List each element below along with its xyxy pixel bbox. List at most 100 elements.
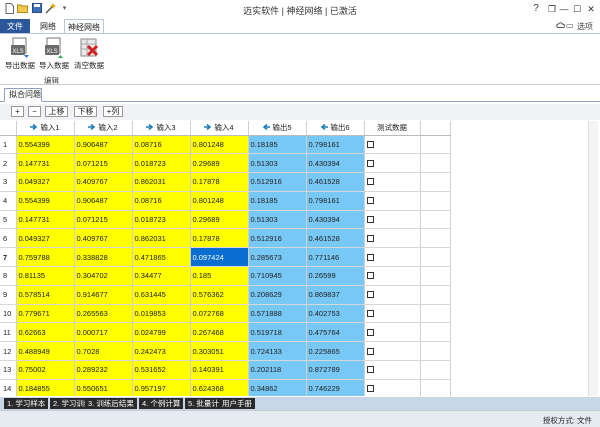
grid-cell[interactable]: 0.475764 (306, 322, 365, 343)
row-number[interactable]: 7 (0, 247, 17, 268)
table-row[interactable]: 8 0.81135 0.304702 0.34477 0.185 0.710945 0.26… (0, 266, 451, 286)
grid-cell[interactable]: 0.798161 (306, 191, 365, 211)
table-row[interactable]: 14 0.184855 0.550651 0.957197 0.624368 0.3486… (0, 379, 451, 396)
table-row[interactable]: 4 0.554399 0.906487 0.08716 0.801248 0.18185 0… (0, 191, 451, 211)
grid-cell[interactable]: 0.184855 (16, 379, 75, 396)
test-data-checkbox[interactable] (366, 178, 374, 186)
import-data-button[interactable]: XLS 导入数据 (37, 36, 71, 72)
bottom-tab-6[interactable]: 用户手册 (219, 398, 255, 409)
grid-cell[interactable]: 0.471865 (132, 247, 191, 268)
test-data-checkbox[interactable] (366, 385, 374, 393)
grid-cell[interactable]: 0.024799 (132, 322, 191, 343)
grid-cell[interactable]: 0.147731 (16, 153, 75, 174)
grid-cell[interactable]: 0.18185 (248, 191, 307, 211)
grid-cell[interactable]: 0.531652 (132, 360, 191, 380)
grid-cell[interactable]: 0.303051 (190, 341, 249, 362)
grid-cell[interactable]: 0.225865 (306, 341, 365, 362)
grid-cell[interactable]: 0.018723 (132, 210, 191, 230)
table-row[interactable]: 13 0.75002 0.289232 0.531652 0.140391 0.20211… (0, 360, 451, 380)
table-row[interactable]: 5 0.147731 0.071215 0.018723 0.29689 0.51303 0… (0, 210, 451, 230)
grid-cell[interactable]: 0.512916 (248, 172, 307, 192)
grid-cell[interactable]: 0.18185 (248, 135, 307, 155)
grid-cell[interactable]: 0.798161 (306, 135, 365, 155)
grid-cell[interactable]: 0.202118 (248, 360, 307, 380)
row-number[interactable]: 6 (0, 228, 17, 249)
grid-cell[interactable]: 0.771146 (306, 247, 365, 268)
row-number[interactable]: 4 (0, 191, 17, 211)
remove-row-button[interactable]: − (28, 106, 41, 117)
tab-neural-network[interactable]: 神经网络 (64, 19, 104, 34)
grid-cell[interactable]: 0.071215 (74, 210, 133, 230)
grid-cell[interactable]: 0.285673 (248, 247, 307, 268)
grid-cell[interactable]: 0.7028 (74, 341, 133, 362)
grid-cell[interactable]: 0.624368 (190, 379, 249, 396)
grid-cell[interactable]: 0.906487 (74, 135, 133, 155)
grid-cell[interactable]: 0.08716 (132, 191, 191, 211)
grid-cell[interactable]: 0.071215 (74, 153, 133, 174)
grid-cell[interactable]: 0.097424 (190, 247, 249, 268)
grid-cell[interactable]: 0.957197 (132, 379, 191, 396)
grid-cell[interactable]: 0.914677 (74, 285, 133, 305)
grid-cell[interactable]: 0.26599 (306, 266, 365, 286)
grid-cell[interactable]: 0.304702 (74, 266, 133, 286)
table-row[interactable]: 11 0.62663 0.000717 0.024799 0.267468 0.51971… (0, 322, 451, 343)
grid-cell[interactable]: 0.576362 (190, 285, 249, 305)
grid-cell[interactable]: 0.265563 (74, 304, 133, 324)
column-header-1[interactable]: 输入1 (16, 121, 75, 136)
grid-cell[interactable]: 0.208629 (248, 285, 307, 305)
grid-cell[interactable]: 0.147731 (16, 210, 75, 230)
grid-cell[interactable]: 0.488949 (16, 341, 75, 362)
grid-cell[interactable]: 0.872789 (306, 360, 365, 380)
grid-cell[interactable]: 0.29689 (190, 210, 249, 230)
test-data-checkbox[interactable] (366, 272, 374, 280)
grid-cell[interactable]: 0.338828 (74, 247, 133, 268)
grid-cell[interactable]: 0.869837 (306, 285, 365, 305)
row-number[interactable]: 14 (0, 379, 17, 396)
grid-cell[interactable]: 0.461528 (306, 172, 365, 192)
table-row[interactable]: 1 0.554399 0.906487 0.08716 0.801248 0.18185 0… (0, 135, 451, 155)
table-row[interactable]: 3 0.049327 0.409767 0.862031 0.17878 0.512916… (0, 172, 451, 192)
row-number[interactable]: 10 (0, 304, 17, 324)
grid-cell[interactable]: 0.554399 (16, 191, 75, 211)
tab-network[interactable]: 网络 (36, 19, 60, 34)
column-header-2[interactable]: 输入2 (74, 121, 133, 136)
test-data-checkbox[interactable] (366, 291, 374, 299)
grid-cell[interactable]: 0.512916 (248, 228, 307, 249)
grid-cell[interactable]: 0.51303 (248, 210, 307, 230)
grid-cell[interactable]: 0.631445 (132, 285, 191, 305)
row-number[interactable]: 12 (0, 341, 17, 362)
add-column-button[interactable]: +列 (103, 106, 123, 117)
test-data-checkbox[interactable] (366, 140, 374, 148)
row-number[interactable]: 8 (0, 266, 17, 286)
grid-cell[interactable]: 0.29689 (190, 153, 249, 174)
grid-cell[interactable]: 0.710945 (248, 266, 307, 286)
help-icon[interactable]: ? (528, 2, 544, 16)
grid-cell[interactable]: 0.049327 (16, 172, 75, 192)
table-row[interactable]: 10 0.779671 0.265563 0.019853 0.072768 0.5718… (0, 304, 451, 324)
add-row-button[interactable]: + (11, 106, 24, 117)
bottom-tab-4[interactable]: 4. 个例计算 (139, 398, 184, 409)
test-data-checkbox[interactable] (366, 310, 374, 318)
grid-cell[interactable]: 0.019853 (132, 304, 191, 324)
grid-cell[interactable]: 0.62663 (16, 322, 75, 343)
tab-file[interactable]: 文件 (0, 19, 30, 34)
grid-cell[interactable]: 0.242473 (132, 341, 191, 362)
table-row[interactable]: 12 0.488949 0.7028 0.242473 0.303051 0.724133… (0, 341, 451, 362)
grid-cell[interactable]: 0.906487 (74, 191, 133, 211)
column-header-4[interactable]: 输入4 (190, 121, 249, 136)
bottom-tab-1[interactable]: 1. 学习样本 (4, 398, 49, 409)
row-number[interactable]: 9 (0, 285, 17, 305)
column-header-7[interactable]: 测试数据 (364, 121, 421, 136)
grid-cell[interactable]: 0.402753 (306, 304, 365, 324)
grid-cell[interactable]: 0.724133 (248, 341, 307, 362)
grid-cell[interactable]: 0.08716 (132, 135, 191, 155)
row-number[interactable]: 2 (0, 153, 17, 174)
grid-cell[interactable]: 0.461528 (306, 228, 365, 249)
row-number[interactable]: 1 (0, 135, 17, 155)
grid-cell[interactable]: 0.430394 (306, 210, 365, 230)
grid-cell[interactable]: 0.185 (190, 266, 249, 286)
grid-cell[interactable]: 0.759788 (16, 247, 75, 268)
column-header-5[interactable]: 输出5 (248, 121, 307, 136)
column-header-6[interactable]: 输出6 (306, 121, 365, 136)
grid-cell[interactable]: 0.519718 (248, 322, 307, 343)
